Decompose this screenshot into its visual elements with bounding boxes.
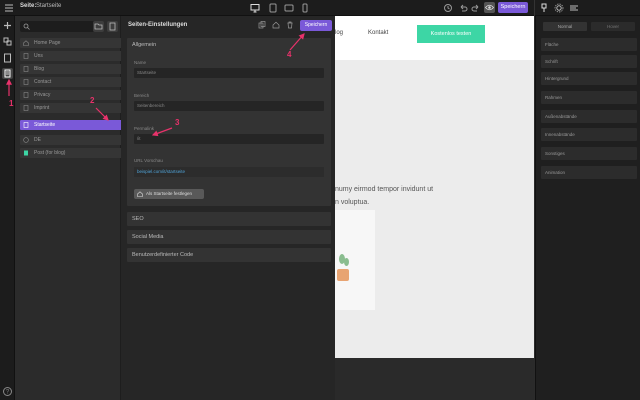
arrow-4 [289,33,305,51]
annotation-number-4: 4 [287,50,292,59]
annotation-arrows [6,33,305,137]
arrow-2 [95,107,109,121]
annotation-number-2: 2 [90,96,95,105]
annotation-number-3: 3 [175,118,180,127]
arrow-3 [151,127,173,137]
annotation-number-1: 1 [9,99,14,108]
